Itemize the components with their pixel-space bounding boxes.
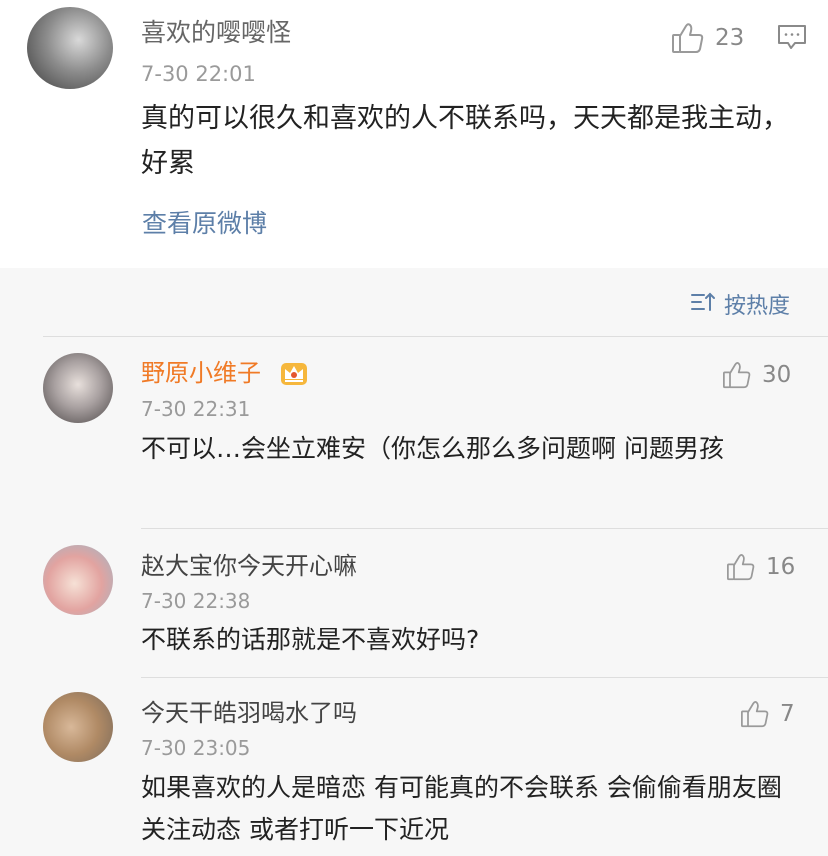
comment-like-button[interactable]: 30 — [722, 361, 791, 389]
avatar[interactable] — [43, 692, 113, 762]
thumbs-up-icon — [722, 361, 752, 389]
comment-timestamp: 7-30 22:38 — [141, 589, 251, 613]
comment-like-count: 7 — [780, 701, 795, 727]
sort-icon — [690, 290, 716, 318]
comment-timestamp: 7-30 23:05 — [141, 736, 251, 760]
divider — [43, 336, 828, 337]
thumbs-up-icon — [726, 553, 756, 581]
comment-like-button[interactable]: 16 — [726, 553, 795, 581]
comment-like-count: 16 — [766, 554, 796, 580]
comment-icon[interactable] — [777, 23, 807, 55]
post-username[interactable]: 喜欢的嘤嘤怪 — [141, 18, 291, 48]
comment-timestamp: 7-30 22:31 — [141, 397, 251, 421]
comment-text: 如果喜欢的人是暗恋 有可能真的不会联系 会偷偷看朋友圈关注动态 或者打听一下近况 — [141, 773, 782, 844]
thumbs-up-icon — [740, 700, 770, 728]
sort-by-hot-button[interactable]: 按热度 — [690, 288, 790, 320]
comment-like-count: 30 — [762, 362, 792, 388]
sort-label: 按热度 — [724, 294, 791, 319]
view-original-link[interactable]: 查看原微博 — [142, 208, 267, 240]
post-timestamp: 7-30 22:01 — [141, 62, 256, 86]
avatar[interactable] — [43, 545, 113, 615]
comment-text: 不可以…会坐立难安（你怎么那么多问题啊 问题男孩 — [141, 434, 724, 463]
vip-crown-badge-icon[interactable] — [279, 359, 309, 391]
original-post: 喜欢的嘤嘤怪 7-30 22:01 23 真的可以很久和喜欢的人不联系吗，天天都… — [0, 0, 828, 268]
comment-like-button[interactable]: 7 — [740, 700, 795, 728]
post-text: 真的可以很久和喜欢的人不联系吗，天天都是我主动，好累 — [141, 103, 789, 179]
post-like-button[interactable]: 23 — [671, 22, 744, 54]
comment-username[interactable]: 野原小维子 — [141, 358, 261, 388]
thumbs-up-icon — [671, 22, 705, 54]
comment-username[interactable]: 今天干皓羽喝水了吗 — [141, 698, 357, 728]
comment-username[interactable]: 赵大宝你今天开心嘛 — [141, 551, 357, 581]
avatar[interactable] — [27, 7, 113, 89]
divider — [141, 528, 828, 529]
divider — [141, 677, 828, 678]
avatar[interactable] — [43, 353, 113, 423]
post-like-count: 23 — [715, 25, 745, 51]
comment-text: 不联系的话那就是不喜欢好吗? — [141, 625, 480, 654]
